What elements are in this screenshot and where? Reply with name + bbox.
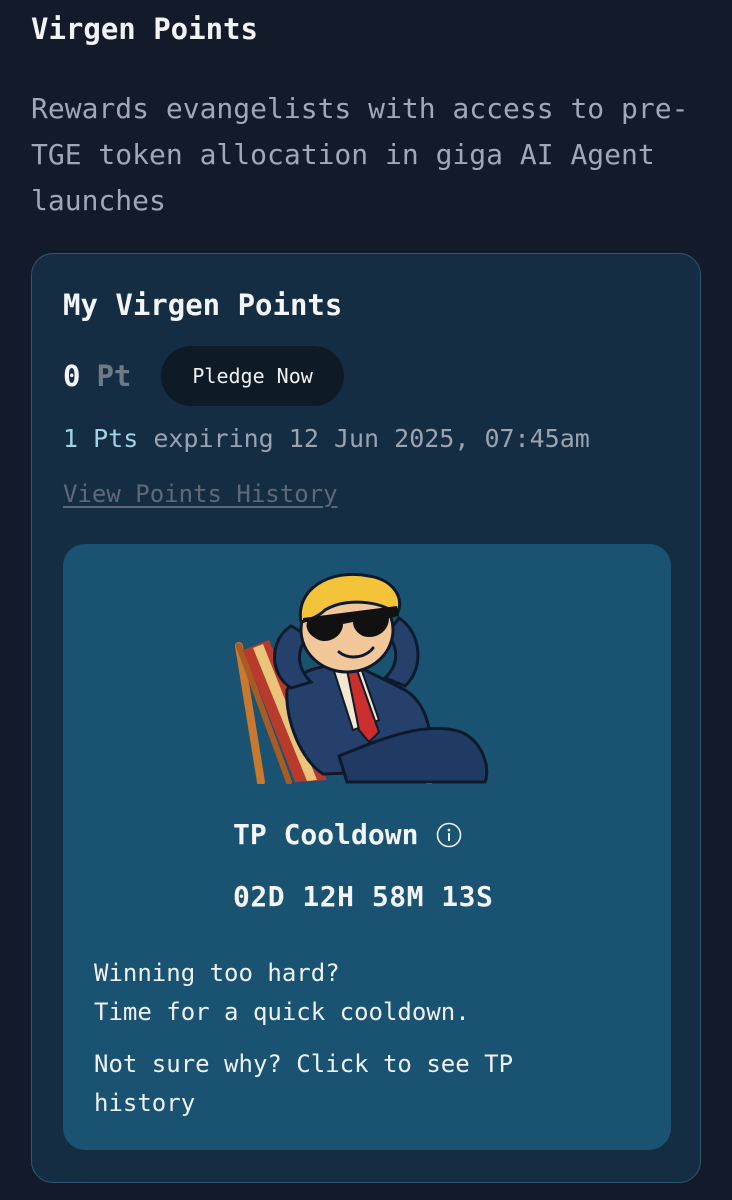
points-value: 0	[63, 359, 81, 393]
cooldown-countdown: 02D 12H 58M 13S	[233, 880, 494, 913]
card-title: My Virgen Points	[63, 288, 343, 322]
points-expiry: 1 Pts expiring 12 Jun 2025, 07:45am	[63, 424, 590, 453]
page-description: Rewards evangelists with access to pre-T…	[31, 92, 689, 217]
page: Virgen Points Rewards evangelists with a…	[0, 0, 732, 1200]
tp-history-link[interactable]: Not sure why? Click to see TP history	[94, 1045, 614, 1123]
cooldown-message-line-1: Winning too hard?	[94, 959, 340, 987]
view-points-history-link[interactable]: View Points History	[63, 480, 338, 508]
my-points-card: My Virgen Points 0 Pt Pledge Now 1 Pts e…	[31, 253, 701, 1183]
tp-cooldown-label: TP Cooldown	[233, 818, 419, 851]
relaxed-man-illustration-icon	[235, 572, 489, 784]
expiry-text: expiring 12 Jun 2025, 07:45am	[153, 424, 590, 453]
tp-cooldown-title: TP Cooldown	[233, 818, 462, 851]
expiry-amount: 1 Pts	[63, 424, 139, 453]
points-unit: Pt	[96, 359, 132, 393]
tp-cooldown-panel: TP Cooldown 02D 12H 58M 13S Winning too …	[63, 544, 671, 1150]
page-title: Virgen Points	[31, 12, 258, 46]
points-row: 0 Pt Pledge Now	[63, 346, 344, 406]
cooldown-message: Winning too hard? Time for a quick coold…	[94, 954, 654, 1032]
cooldown-message-line-2: Time for a quick cooldown.	[94, 998, 470, 1026]
pledge-now-button[interactable]: Pledge Now	[161, 346, 344, 406]
info-icon[interactable]	[436, 822, 462, 848]
